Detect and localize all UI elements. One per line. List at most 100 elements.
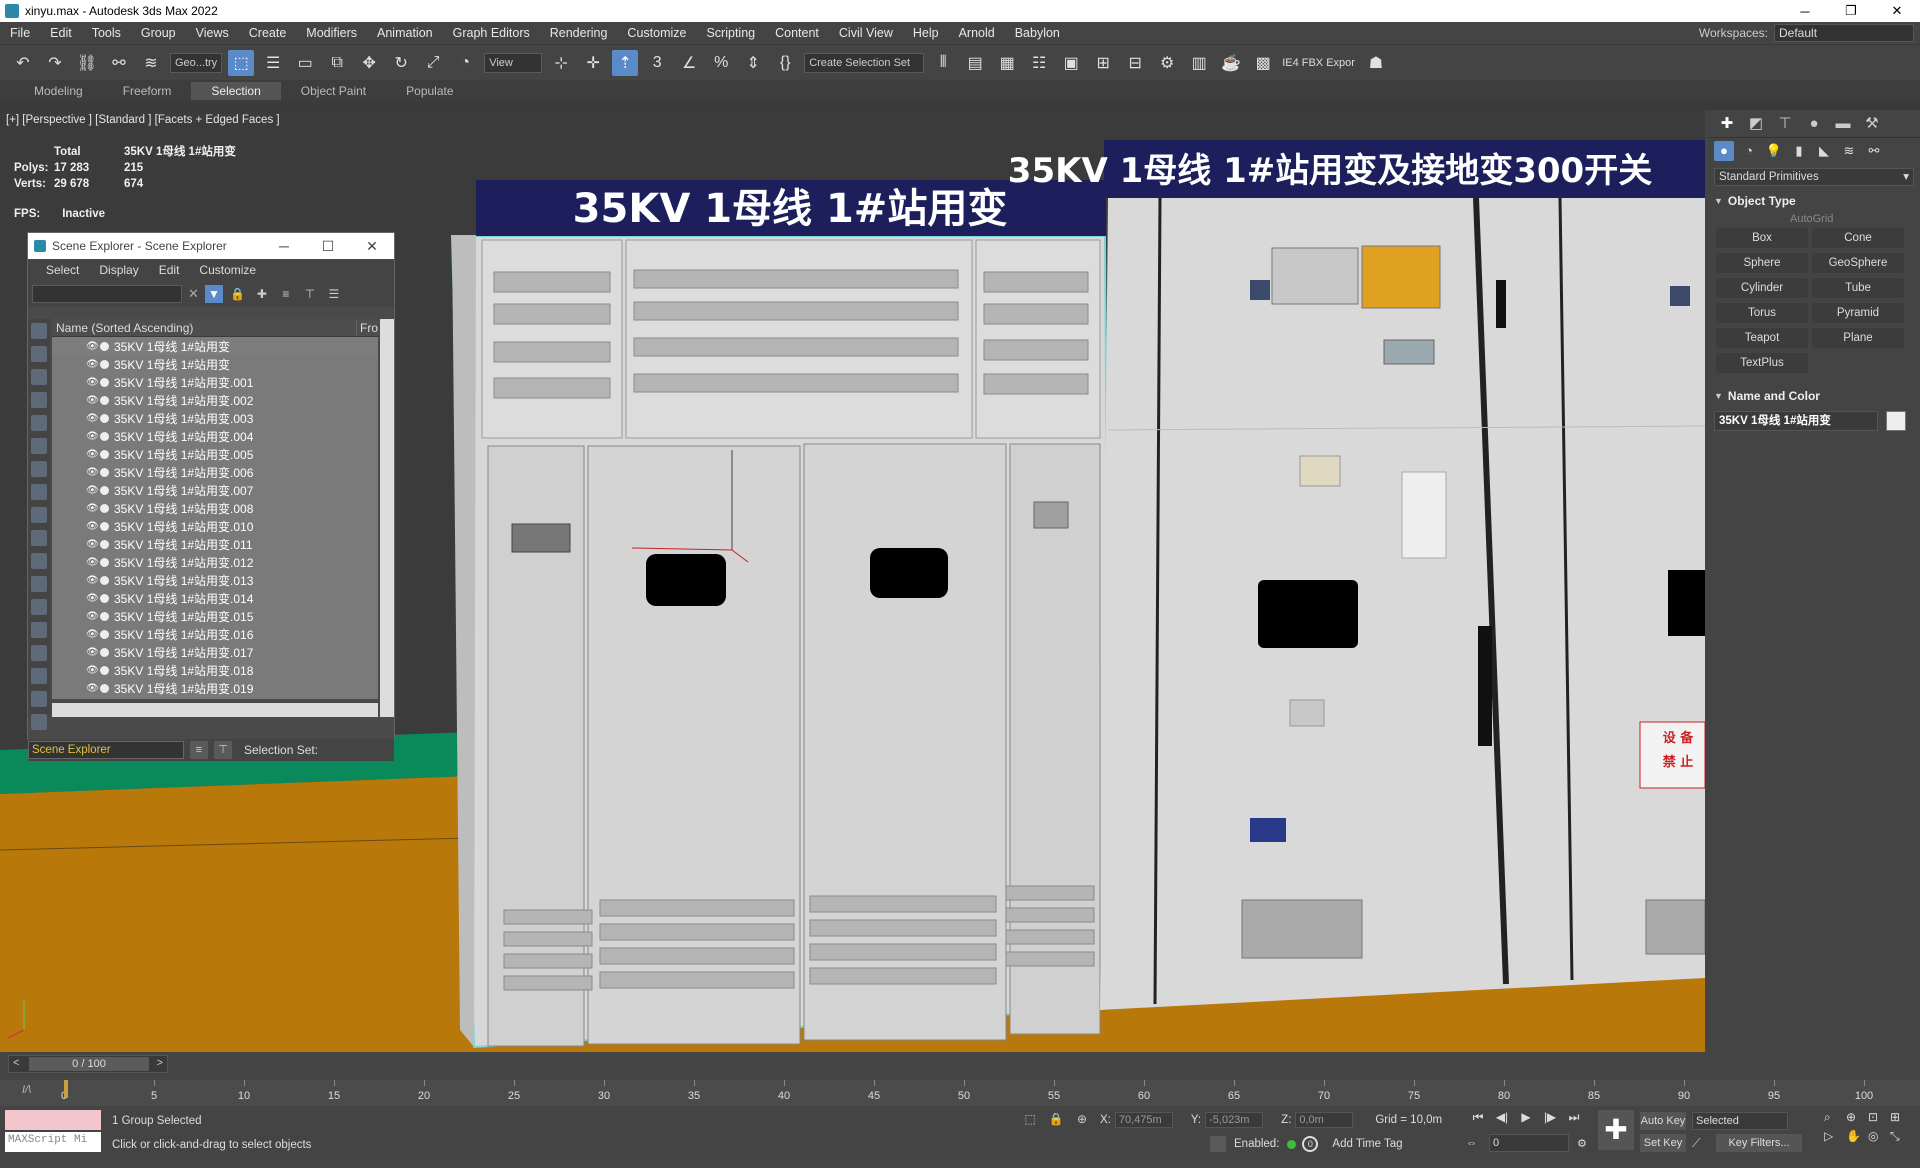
create-tab-icon[interactable]: ✚ [1714, 113, 1740, 135]
key-mode-dropdown[interactable]: Selected [1692, 1112, 1788, 1130]
list-item[interactable]: 👁 35KV 1母线 1#站用变.004 [52, 427, 378, 445]
column-from-header[interactable]: Fro [356, 320, 378, 335]
visibility-eye-icon[interactable]: 👁 [86, 629, 99, 640]
se-menu-display[interactable]: Display [89, 263, 148, 277]
pan-icon[interactable]: ✋ [1846, 1129, 1868, 1144]
viewport-label[interactable]: [+] [Perspective ] [Standard ] [Facets +… [6, 114, 280, 126]
teapot-render-icon[interactable]: ☗ [1363, 50, 1389, 76]
se-menu-customize[interactable]: Customize [189, 263, 266, 277]
cone-button[interactable]: Cone [1812, 228, 1904, 248]
y-coordinate-field[interactable]: -5,023m [1205, 1112, 1264, 1128]
list-item[interactable]: 👁 35KV 1母线 1#站用变.010 [52, 517, 378, 535]
se-menu-edit[interactable]: Edit [149, 263, 190, 277]
field-of-view-icon[interactable]: ▷ [1824, 1129, 1846, 1144]
autogrid-checkbox[interactable]: AutoGrid [1714, 210, 1914, 228]
zero-count-icon[interactable]: 0 [1302, 1136, 1319, 1152]
lights-category-icon[interactable]: 💡 [1764, 141, 1784, 161]
freeze-toggle-icon[interactable] [100, 431, 109, 441]
se-display-frozen-icon[interactable] [31, 553, 47, 569]
time-slider[interactable]: < 0 / 100 > [8, 1055, 168, 1073]
se-display-invert-icon[interactable] [31, 645, 47, 661]
object-type-header[interactable]: ▼ Object Type [1714, 192, 1914, 210]
hierarchy-tab-icon[interactable]: ⊤ [1772, 113, 1798, 135]
se-display-spacewarps-icon[interactable] [31, 438, 47, 454]
redo-icon[interactable]: ↷ [42, 50, 68, 76]
ribbon-tab-freeform[interactable]: Freeform [103, 82, 192, 100]
freeze-toggle-icon[interactable] [100, 665, 109, 675]
unlink-icon[interactable]: ⚯ [106, 50, 132, 76]
visibility-eye-icon[interactable]: 👁 [86, 647, 99, 658]
visibility-eye-icon[interactable]: 👁 [86, 557, 99, 568]
list-item[interactable]: 👁 35KV 1母线 1#站用变.013 [52, 571, 378, 589]
freeze-toggle-icon[interactable] [100, 341, 109, 351]
list-item[interactable]: 👁 35KV 1母线 1#站用变.016 [52, 625, 378, 643]
name-color-header[interactable]: ▼ Name and Color [1714, 387, 1914, 405]
freeze-toggle-icon[interactable] [100, 395, 109, 405]
visibility-eye-icon[interactable]: 👁 [86, 377, 99, 388]
absolute-mode-icon[interactable]: ⊕ [1074, 1112, 1090, 1128]
menu-help[interactable]: Help [903, 22, 949, 44]
se-stack-icon[interactable]: ☰ [325, 285, 343, 303]
list-item[interactable]: 👁 35KV 1母线 1#站用变.012 [52, 553, 378, 571]
visibility-eye-icon[interactable]: 👁 [86, 467, 99, 478]
visibility-eye-icon[interactable]: 👁 [86, 665, 99, 676]
angle-snap-icon[interactable]: ∠ [676, 50, 702, 76]
freeze-toggle-icon[interactable] [100, 521, 109, 531]
freeze-toggle-icon[interactable] [100, 485, 109, 495]
maxscript-listener-mini[interactable] [5, 1110, 101, 1130]
render-setup-icon[interactable]: ⚙ [1154, 50, 1180, 76]
next-key-icon[interactable]: |▶ [1538, 1110, 1562, 1125]
snap-icon[interactable]: 3 [644, 50, 670, 76]
zoom-all-icon[interactable]: ⊕ [1846, 1110, 1868, 1125]
menu-edit[interactable]: Edit [40, 22, 82, 44]
se-display-helpers-icon[interactable] [31, 415, 47, 431]
menu-views[interactable]: Views [186, 22, 239, 44]
se-display-hidden-icon[interactable] [31, 576, 47, 592]
layer-explorer-icon[interactable]: ▦ [994, 50, 1020, 76]
se-vertical-scrollbar[interactable] [380, 319, 394, 717]
torus-button[interactable]: Torus [1716, 303, 1808, 323]
visibility-eye-icon[interactable]: 👁 [86, 341, 99, 352]
freeze-toggle-icon[interactable] [100, 359, 109, 369]
visibility-eye-icon[interactable]: 👁 [86, 521, 99, 532]
spacewarps-category-icon[interactable]: ≋ [1839, 141, 1859, 161]
list-item[interactable]: 👁 35KV 1母线 1#站用变.015 [52, 607, 378, 625]
freeze-toggle-icon[interactable] [100, 611, 109, 621]
bind-spacewarp-icon[interactable]: ≋ [138, 50, 164, 76]
zoom-extents-all-icon[interactable]: ⊞ [1890, 1110, 1912, 1125]
set-key-button[interactable]: Set Key [1640, 1134, 1686, 1152]
freeze-toggle-icon[interactable] [100, 449, 109, 459]
explorer-selector-dropdown[interactable]: Scene Explorer [28, 741, 184, 759]
placement-icon[interactable]: ◔ [452, 50, 478, 76]
freeze-toggle-icon[interactable] [100, 503, 109, 513]
list-item[interactable]: 👁 35KV 1母线 1#站用变.014 [52, 589, 378, 607]
freeze-toggle-icon[interactable] [100, 683, 109, 693]
systems-category-icon[interactable]: ⚯ [1864, 141, 1884, 161]
orbit-icon[interactable]: ◎ [1868, 1129, 1890, 1144]
list-item[interactable]: 👁 35KV 1母线 1#站用变.019 [52, 679, 378, 697]
se-display-containers-icon[interactable] [31, 530, 47, 546]
se-funnel-icon[interactable] [31, 691, 47, 707]
menu-tools[interactable]: Tools [82, 22, 131, 44]
zoom-extents-icon[interactable]: ⊡ [1868, 1110, 1890, 1125]
object-name-field[interactable]: 35KV 1母线 1#站用变 [1714, 411, 1878, 431]
list-item[interactable]: 👁 35KV 1母线 1#站用变.008 [52, 499, 378, 517]
se-layer-toggle-icon[interactable]: ≡ [190, 741, 208, 759]
menu-modifiers[interactable]: Modifiers [296, 22, 367, 44]
freeze-toggle-icon[interactable] [100, 377, 109, 387]
set-keys-button[interactable]: ✚ [1598, 1110, 1634, 1150]
mirror-icon[interactable]: ⫴ [930, 50, 956, 76]
freeze-toggle-icon[interactable] [100, 629, 109, 639]
geometry-category-icon[interactable]: ● [1714, 141, 1734, 161]
select-object-icon[interactable]: ⬚ [228, 49, 255, 76]
se-close-button[interactable]: ✕ [350, 238, 394, 255]
plane-button[interactable]: Plane [1812, 328, 1904, 348]
list-item[interactable]: 👁 35KV 1母线 1#站用变.001 [52, 373, 378, 391]
cylinder-button[interactable]: Cylinder [1716, 278, 1808, 298]
cameras-category-icon[interactable]: ▮ [1789, 141, 1809, 161]
goto-end-icon[interactable]: ⏭ [1562, 1110, 1586, 1125]
modify-tab-icon[interactable]: ◩ [1743, 113, 1769, 135]
selection-filter-dropdown[interactable]: Geo...try [170, 52, 223, 73]
z-coordinate-field[interactable]: 0,0m [1295, 1112, 1354, 1128]
visibility-eye-icon[interactable]: 👁 [86, 611, 99, 622]
